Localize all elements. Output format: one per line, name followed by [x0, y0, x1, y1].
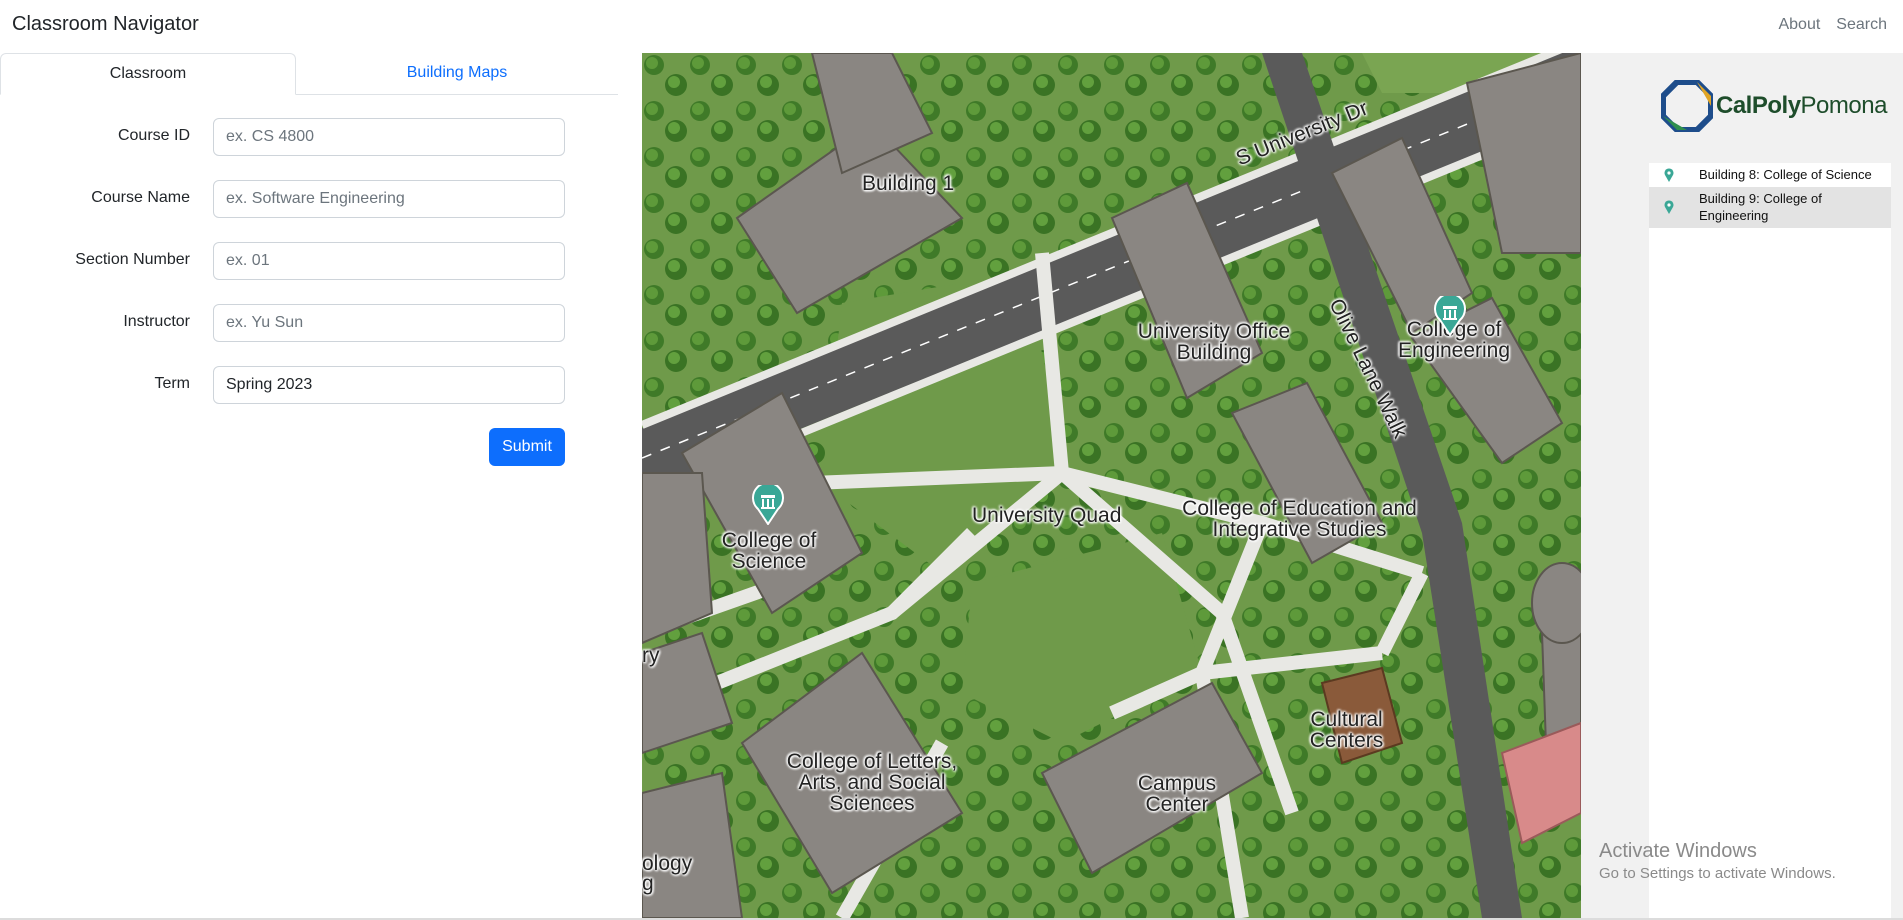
term-row: Term — [0, 366, 565, 404]
map-label-science: College of Science — [721, 529, 817, 573]
instructor-input[interactable] — [213, 304, 565, 342]
map-label-cultural-centers: Cultural Centers — [1309, 708, 1384, 752]
map-label-partial: ry — [642, 644, 660, 667]
building — [642, 472, 714, 645]
map-pin-icon — [1664, 200, 1674, 214]
map-label-building-1: Building 1 — [862, 172, 955, 195]
navbar: Classroom Navigator About Search — [0, 0, 1903, 53]
course-name-row: Course Name — [0, 180, 565, 218]
building-list-item[interactable]: Building 8: College of Science — [1649, 163, 1891, 187]
logo-cal: Cal — [1716, 92, 1752, 119]
map-label-partial: g — [642, 872, 654, 895]
rotunda — [1531, 562, 1581, 644]
logo-poly: Poly — [1751, 92, 1801, 119]
map-label-university-quad: University Quad — [972, 504, 1122, 527]
building-list: Building 8: College of Science Building … — [1649, 163, 1891, 918]
nav-link-search[interactable]: Search — [1836, 16, 1887, 34]
map-pin-icon — [1664, 168, 1674, 182]
section-number-label: Section Number — [75, 251, 190, 268]
section-number-input[interactable] — [213, 242, 565, 280]
tab-classroom[interactable]: Classroom — [0, 53, 296, 95]
map-label-letters-arts: College of Letters, Arts, and Social Sci… — [786, 750, 958, 815]
course-id-label: Course ID — [117, 127, 190, 144]
instructor-label: Instructor — [123, 313, 190, 330]
term-label: Term — [154, 375, 190, 392]
building-list-item-label: Building 9: College of Engineering — [1699, 191, 1822, 223]
watermark-title: Activate Windows — [1599, 840, 1757, 862]
section-number-row: Section Number — [0, 242, 565, 280]
app-brand[interactable]: Classroom Navigator — [12, 13, 199, 36]
logo-wordmark: CalPolyPomona — [1716, 92, 1887, 120]
building-sidebar: CalPolyPomona Building 8: College of Sci… — [1581, 53, 1903, 918]
term-input[interactable] — [213, 366, 565, 404]
course-id-row: Course ID — [0, 118, 565, 156]
map-label-university-office: University Office Building — [1137, 320, 1291, 364]
course-name-input[interactable] — [213, 180, 565, 218]
campus-map[interactable]: Building 1 S University Dr University Of… — [642, 53, 1581, 918]
map-label-partial: ology — [642, 852, 693, 875]
engineering-pin-icon[interactable] — [1434, 296, 1466, 336]
watermark-subtitle: Go to Settings to activate Windows. — [1599, 865, 1836, 882]
logo-pomona: Pomona — [1800, 92, 1888, 119]
octagon-logo-icon — [1661, 80, 1713, 132]
tab-bar: Classroom Building Maps — [0, 53, 618, 95]
submit-button[interactable]: Submit — [489, 428, 565, 466]
course-id-input[interactable] — [213, 118, 565, 156]
building-list-item[interactable]: Building 9: College of Engineering — [1649, 187, 1891, 228]
science-pin-icon[interactable] — [752, 485, 784, 525]
windows-activation-watermark: Activate Windows Go to Settings to activ… — [1599, 840, 1836, 882]
building-list-item-label: Building 8: College of Science — [1699, 167, 1872, 182]
course-name-label: Course Name — [91, 189, 190, 206]
nav-links: About Search — [1778, 16, 1887, 34]
tab-building-maps[interactable]: Building Maps — [296, 53, 618, 94]
map-label-education: College of Education and Integrative Stu… — [1182, 497, 1417, 541]
map-label-campus-center: Campus Center — [1137, 772, 1217, 816]
nav-link-about[interactable]: About — [1778, 16, 1820, 34]
search-panel: Classroom Building Maps Course ID Course… — [0, 53, 642, 920]
instructor-row: Instructor — [0, 304, 565, 342]
cpp-logo: CalPolyPomona — [1661, 78, 1887, 133]
